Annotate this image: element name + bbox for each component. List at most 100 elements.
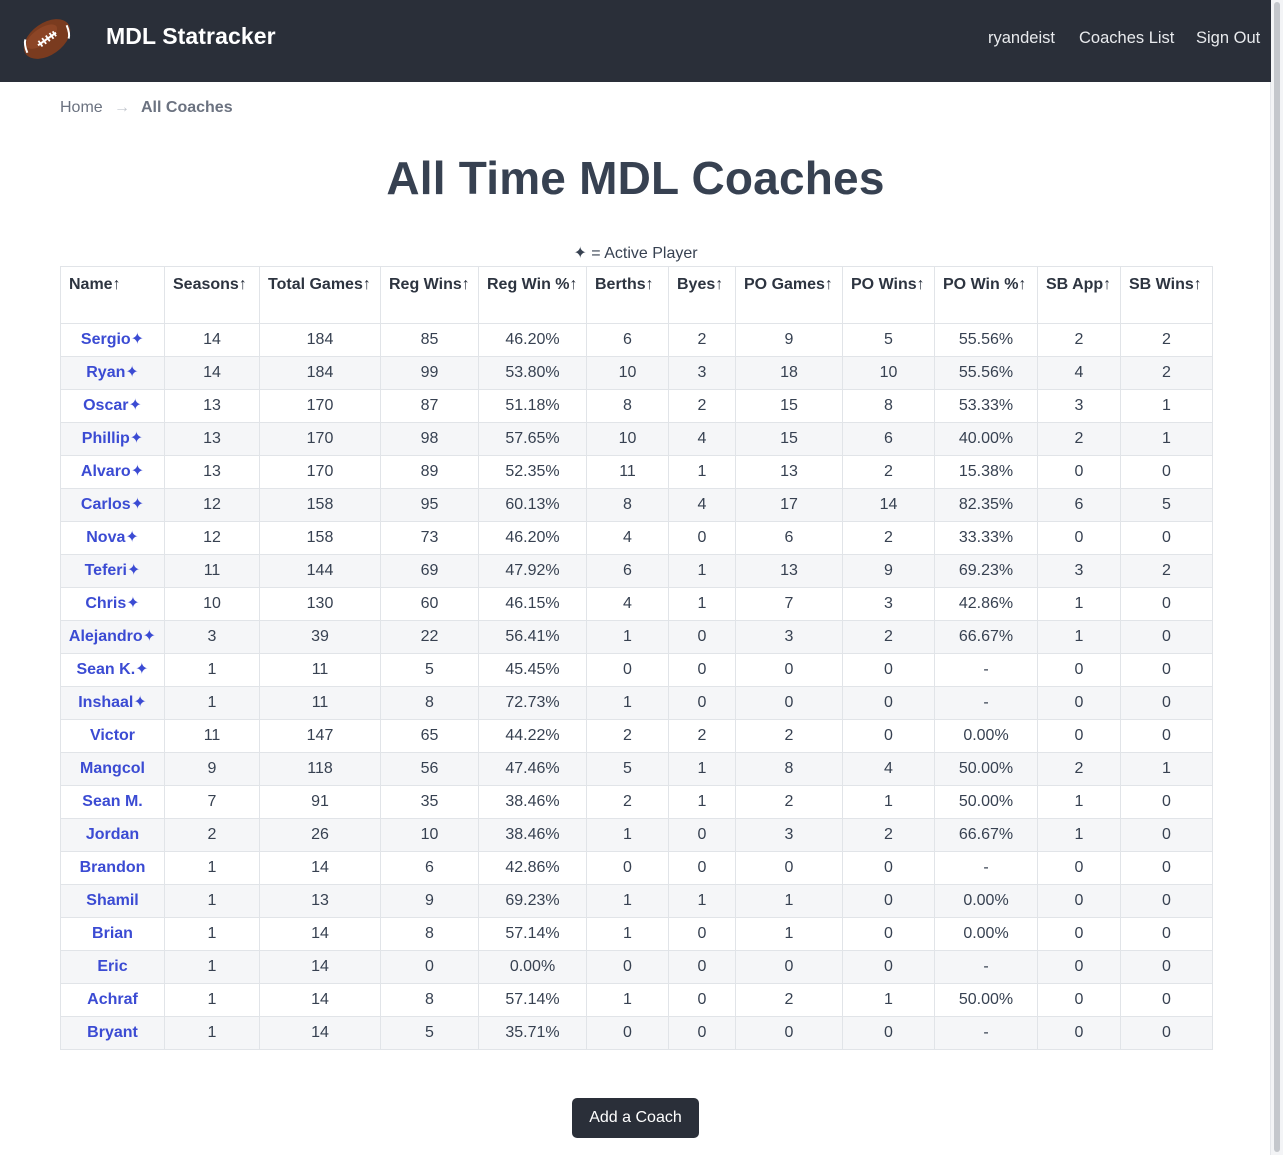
cell-seasons: 1 bbox=[164, 983, 260, 1017]
nav-sign-out-link[interactable]: Sign Out bbox=[1196, 29, 1260, 48]
cell-seasons: 10 bbox=[164, 587, 260, 621]
cell-po-games: 0 bbox=[735, 653, 843, 687]
column-header-seasons[interactable]: Seasons↑ bbox=[164, 266, 260, 324]
cell-po-win-pct: 69.23% bbox=[934, 554, 1038, 588]
cell-reg-win-pct: 47.92% bbox=[478, 554, 587, 588]
cell-byes: 1 bbox=[668, 554, 736, 588]
column-header-byes[interactable]: Byes↑ bbox=[668, 266, 736, 324]
coach-name-link[interactable]: Brandon bbox=[80, 859, 146, 876]
brand-title[interactable]: MDL Statracker bbox=[106, 23, 276, 50]
coach-name-link[interactable]: Shamil bbox=[86, 892, 138, 909]
cell-po-wins: 5 bbox=[842, 323, 935, 357]
column-header-sb-app[interactable]: SB App↑ bbox=[1037, 266, 1121, 324]
cell-po-win-pct: 55.56% bbox=[934, 323, 1038, 357]
add-coach-button[interactable]: Add a Coach bbox=[572, 1098, 699, 1138]
cell-seasons: 12 bbox=[164, 488, 260, 522]
cell-po-games: 15 bbox=[735, 422, 843, 456]
coach-name-link[interactable]: Sean M. bbox=[82, 793, 142, 810]
cell-po-wins: 8 bbox=[842, 389, 935, 423]
coach-name-link[interactable]: Phillip✦ bbox=[82, 430, 143, 447]
cell-sb-wins: 0 bbox=[1120, 719, 1213, 753]
cell-reg-win-pct: 60.13% bbox=[478, 488, 587, 522]
cell-seasons: 11 bbox=[164, 719, 260, 753]
cell-reg-win-pct: 53.80% bbox=[478, 356, 587, 390]
cell-reg-wins: 35 bbox=[380, 785, 479, 819]
coach-name-link[interactable]: Inshaal✦ bbox=[78, 694, 147, 711]
coach-name-link[interactable]: Nova✦ bbox=[86, 529, 139, 546]
cell-sb-app: 0 bbox=[1037, 1016, 1121, 1050]
coach-name-link[interactable]: Alejandro✦ bbox=[69, 628, 156, 645]
scrollbar-thumb[interactable] bbox=[1274, 2, 1280, 1152]
column-header-po-games[interactable]: PO Games↑ bbox=[735, 266, 843, 324]
coach-name-link[interactable]: Bryant bbox=[87, 1024, 138, 1041]
cell-sb-wins: 1 bbox=[1120, 752, 1213, 786]
cell-po-games: 18 bbox=[735, 356, 843, 390]
cell-po-win-pct: 53.33% bbox=[934, 389, 1038, 423]
football-icon[interactable] bbox=[18, 12, 76, 66]
cell-total-games: 14 bbox=[259, 950, 381, 984]
cell-sb-wins: 0 bbox=[1120, 785, 1213, 819]
coach-name-link[interactable]: Sergio✦ bbox=[81, 331, 144, 348]
column-header-reg-win-pct[interactable]: Reg Win %↑ bbox=[478, 266, 587, 324]
coach-name-link[interactable]: Achraf bbox=[87, 991, 138, 1008]
coach-name-link[interactable]: Ryan✦ bbox=[86, 364, 139, 381]
coach-name-link[interactable]: Teferi✦ bbox=[85, 562, 141, 579]
cell-reg-wins: 8 bbox=[380, 917, 479, 951]
cell-name: Carlos✦ bbox=[60, 488, 165, 522]
coach-name-link[interactable]: Eric bbox=[97, 958, 127, 975]
column-header-po-win-pct[interactable]: PO Win %↑ bbox=[934, 266, 1038, 324]
cell-po-win-pct: 66.67% bbox=[934, 620, 1038, 654]
cell-seasons: 1 bbox=[164, 884, 260, 918]
nav-user-link[interactable]: ryandeist bbox=[988, 29, 1055, 48]
cell-berths: 0 bbox=[586, 1016, 669, 1050]
cell-byes: 1 bbox=[668, 884, 736, 918]
nav-coaches-list-link[interactable]: Coaches List bbox=[1079, 29, 1174, 48]
cell-total-games: 144 bbox=[259, 554, 381, 588]
coach-name-link[interactable]: Victor bbox=[90, 727, 135, 744]
cell-berths: 2 bbox=[586, 719, 669, 753]
coach-name-link[interactable]: Alvaro✦ bbox=[81, 463, 144, 480]
cell-berths: 2 bbox=[586, 785, 669, 819]
cell-sb-wins: 0 bbox=[1120, 917, 1213, 951]
cell-po-wins: 0 bbox=[842, 917, 935, 951]
cell-total-games: 158 bbox=[259, 521, 381, 555]
coaches-table-body: Sergio✦ 14 184 85 46.20% 6 2 9 5 55.56% 2 2 Ryan✦ 14 1… bbox=[60, 323, 1213, 1050]
cell-po-games: 13 bbox=[735, 455, 843, 489]
cell-reg-wins: 22 bbox=[380, 620, 479, 654]
column-header-sb-wins[interactable]: SB Wins↑ bbox=[1120, 266, 1213, 324]
coach-name-link[interactable]: Oscar✦ bbox=[83, 397, 142, 414]
cell-po-win-pct: 50.00% bbox=[934, 752, 1038, 786]
table-row: Phillip✦ 13 170 98 57.65% 10 4 15 6 40.00% 2 1 bbox=[60, 422, 1213, 456]
cell-name: Sean K.✦ bbox=[60, 653, 165, 687]
coach-name-link[interactable]: Sean K.✦ bbox=[76, 661, 148, 678]
cell-byes: 1 bbox=[668, 455, 736, 489]
column-header-po-wins[interactable]: PO Wins↑ bbox=[842, 266, 935, 324]
cell-po-win-pct: 50.00% bbox=[934, 983, 1038, 1017]
column-header-total-games[interactable]: Total Games↑ bbox=[259, 266, 381, 324]
coach-name-link[interactable]: Brian bbox=[92, 925, 133, 942]
cell-seasons: 11 bbox=[164, 554, 260, 588]
table-row: Jordan 2 26 10 38.46% 1 0 3 2 66.67% 1 0 bbox=[60, 818, 1213, 852]
cell-seasons: 12 bbox=[164, 521, 260, 555]
coaches-table: Name↑ Seasons↑ Total Games↑ Reg Wins↑ Re… bbox=[60, 266, 1213, 1050]
breadcrumb-home-link[interactable]: Home bbox=[60, 99, 103, 117]
coach-name-link[interactable]: Chris✦ bbox=[85, 595, 139, 612]
cell-byes: 0 bbox=[668, 851, 736, 885]
cell-name: Brandon bbox=[60, 851, 165, 885]
page-scrollbar[interactable] bbox=[1270, 0, 1283, 1155]
column-header-berths[interactable]: Berths↑ bbox=[586, 266, 669, 324]
cell-seasons: 13 bbox=[164, 455, 260, 489]
coach-name-link[interactable]: Carlos✦ bbox=[81, 496, 144, 513]
cell-total-games: 130 bbox=[259, 587, 381, 621]
column-header-name[interactable]: Name↑ bbox=[60, 266, 165, 324]
cell-name: Nova✦ bbox=[60, 521, 165, 555]
cell-reg-win-pct: 35.71% bbox=[478, 1016, 587, 1050]
coach-name-link[interactable]: Jordan bbox=[86, 826, 139, 843]
coach-name-link[interactable]: Mangcol bbox=[80, 760, 145, 777]
column-header-reg-wins[interactable]: Reg Wins↑ bbox=[380, 266, 479, 324]
cell-sb-app: 3 bbox=[1037, 554, 1121, 588]
cell-sb-app: 0 bbox=[1037, 884, 1121, 918]
cell-sb-app: 1 bbox=[1037, 818, 1121, 852]
cell-sb-wins: 2 bbox=[1120, 356, 1213, 390]
cell-po-win-pct: - bbox=[934, 686, 1038, 720]
